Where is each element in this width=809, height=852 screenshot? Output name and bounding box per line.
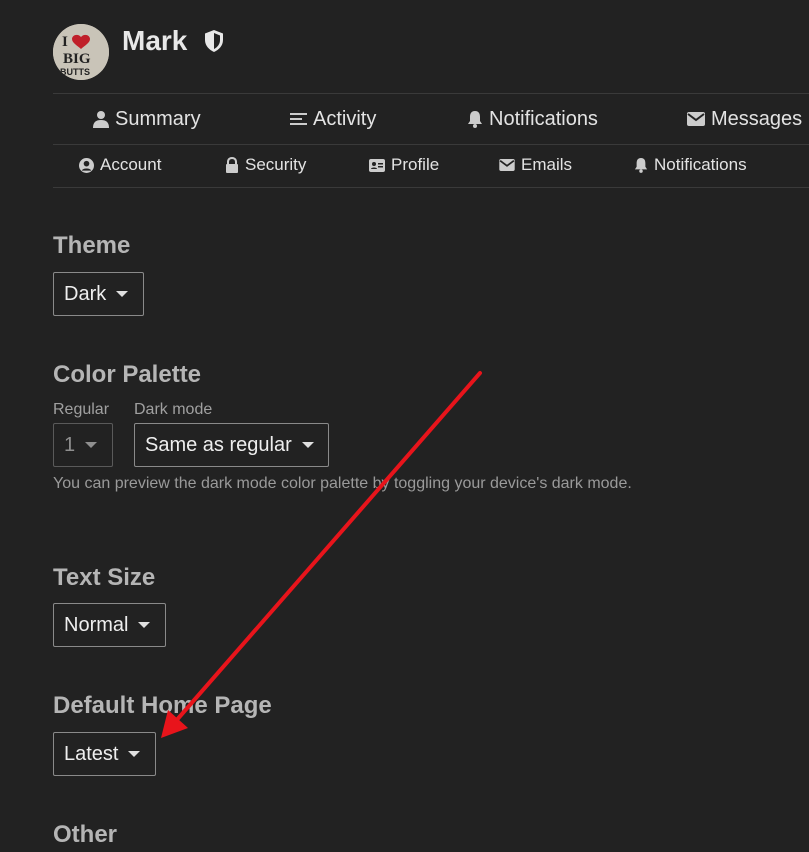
regular-palette-value: 1 [64,433,76,456]
tab-activity[interactable]: Activity [290,106,376,132]
subtab-account[interactable]: Account [79,154,161,176]
svg-text:I: I [62,34,68,50]
default-home-page-heading: Default Home Page [53,692,272,719]
subtab-notifications[interactable]: Notifications [634,154,747,176]
username: Mark [122,25,188,56]
id-card-icon [369,158,385,172]
subtab-account-label: Account [100,155,162,174]
lock-icon [226,157,238,173]
dark-palette-select[interactable]: Same as regular [134,423,329,467]
theme-select[interactable]: Dark [53,272,144,316]
subtab-notifications-label: Notifications [654,155,747,174]
caret-down-icon [301,442,314,448]
color-palette-heading: Color Palette [53,361,202,388]
subtab-profile[interactable]: Profile [369,154,439,176]
regular-palette-select[interactable]: 1 [53,423,113,467]
caret-down-icon [85,442,98,448]
subtab-emails-label: Emails [521,155,573,174]
default-home-page-value: Latest [64,742,119,765]
subtab-security-label: Security [245,155,307,174]
bell-icon [468,111,482,128]
user-circle-icon [79,157,94,173]
tab-messages[interactable]: Messages [687,106,802,132]
text-size-select[interactable]: Normal [53,603,166,647]
tab-summary[interactable]: Summary [93,106,201,132]
tab-activity-label: Activity [313,107,377,130]
envelope-icon [687,112,705,126]
tab-notifications-label: Notifications [489,107,598,130]
secondary-nav: Account Security Profile Emails Notifica… [53,144,809,188]
text-size-value: Normal [64,613,129,636]
list-icon [290,113,307,125]
palette-hint: You can preview the dark mode color pale… [53,475,632,492]
text-size-heading: Text Size [53,564,156,591]
theme-heading: Theme [53,232,131,259]
primary-nav: Summary Activity Notifications Messages [53,93,809,145]
caret-down-icon [138,622,151,628]
default-home-page-select[interactable]: Latest [53,732,156,776]
theme-select-value: Dark [64,282,107,305]
svg-text:BIG: BIG [63,51,91,67]
bell-icon [634,158,648,173]
tab-summary-label: Summary [115,107,201,130]
tab-messages-label: Messages [711,107,803,130]
subtab-profile-label: Profile [391,155,440,174]
caret-down-icon [116,291,129,297]
caret-down-icon [128,751,141,757]
envelope-icon [499,159,515,171]
shield-icon [203,29,225,58]
user-icon [93,111,109,128]
dark-palette-value: Same as regular [145,433,292,456]
svg-text:BUTTS: BUTTS [60,67,90,77]
tab-notifications[interactable]: Notifications [467,106,598,132]
regular-label: Regular [53,401,110,418]
dark-mode-label: Dark mode [134,401,213,418]
avatar[interactable]: I BIG BUTTS [53,24,109,80]
subtab-emails[interactable]: Emails [499,154,572,176]
other-heading: Other [53,821,118,848]
subtab-security[interactable]: Security [225,154,306,176]
